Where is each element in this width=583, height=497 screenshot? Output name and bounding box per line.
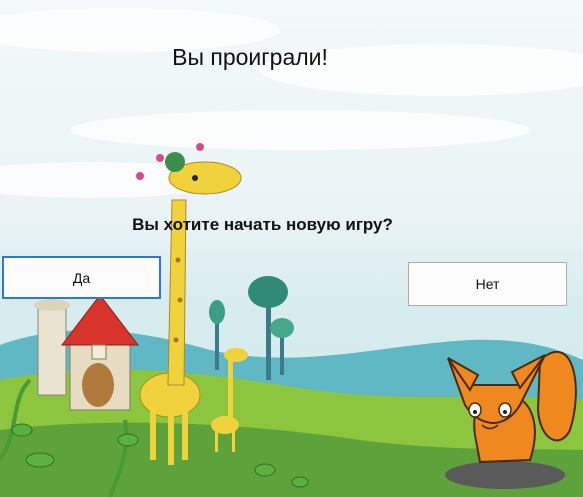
game-over-title: Вы проиграли! (172, 44, 328, 70)
yes-button[interactable]: Да (2, 256, 161, 299)
game-over-dialog: Вы проиграли! Вы хотите начать новую игр… (0, 0, 583, 497)
new-game-question: Вы хотите начать новую игру? (132, 215, 393, 234)
background-illustration (0, 8, 583, 497)
no-button[interactable]: Нет (408, 262, 567, 306)
sky-clouds (0, 8, 583, 198)
mushroom-house (34, 294, 140, 411)
